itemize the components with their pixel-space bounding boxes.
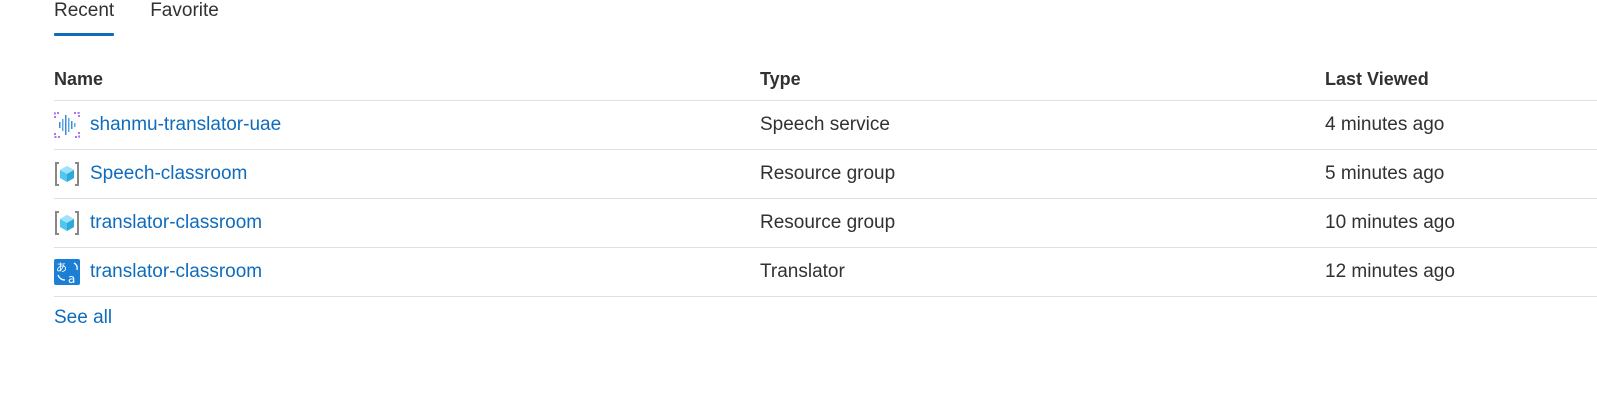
column-header-name[interactable]: Name [54,58,103,100]
svg-text:a: a [68,272,75,285]
last-viewed-cell: 5 minutes ago [1325,163,1445,184]
tab-favorite[interactable]: Favorite [150,0,219,36]
type-cell: Translator [760,261,845,282]
view-tabs: Recent Favorite [54,0,219,36]
name-cell: あ a translator-classroom [54,248,262,296]
name-cell: shanmu-translator-uae [54,101,281,149]
column-header-type[interactable]: Type [760,58,801,100]
resource-link[interactable]: translator-classroom [90,261,262,283]
table-header-row: Name Type Last Viewed [54,58,1597,101]
table-row: shanmu-translator-uae Speech service 4 m… [54,101,1597,150]
last-viewed-cell: 10 minutes ago [1325,212,1455,233]
translator-icon: あ a [54,259,80,285]
last-viewed-cell: 4 minutes ago [1325,114,1445,135]
resource-group-icon [55,162,79,186]
table-row: あ a translator-classroom Translator 12 m… [54,248,1597,297]
name-cell: translator-classroom [54,199,262,247]
table-row: translator-classroom Resource group 10 m… [54,199,1597,248]
resource-link[interactable]: Speech-classroom [90,163,247,185]
table-row: Speech-classroom Resource group 5 minute… [54,150,1597,199]
recent-resources-table: Name Type Last Viewed shanmu-translator-… [54,58,1597,297]
type-cell: Resource group [760,212,896,233]
svg-text:あ: あ [56,261,67,274]
last-viewed-cell: 12 minutes ago [1325,261,1455,282]
speech-service-icon [54,112,80,138]
see-all-link[interactable]: See all [54,307,112,329]
name-cell: Speech-classroom [54,150,247,198]
resource-link[interactable]: translator-classroom [90,212,262,234]
tab-recent[interactable]: Recent [54,0,115,36]
type-cell: Resource group [760,163,896,184]
type-cell: Speech service [760,114,890,135]
resource-group-icon [55,211,79,235]
column-header-last-viewed[interactable]: Last Viewed [1325,58,1429,100]
resource-link[interactable]: shanmu-translator-uae [90,114,281,136]
